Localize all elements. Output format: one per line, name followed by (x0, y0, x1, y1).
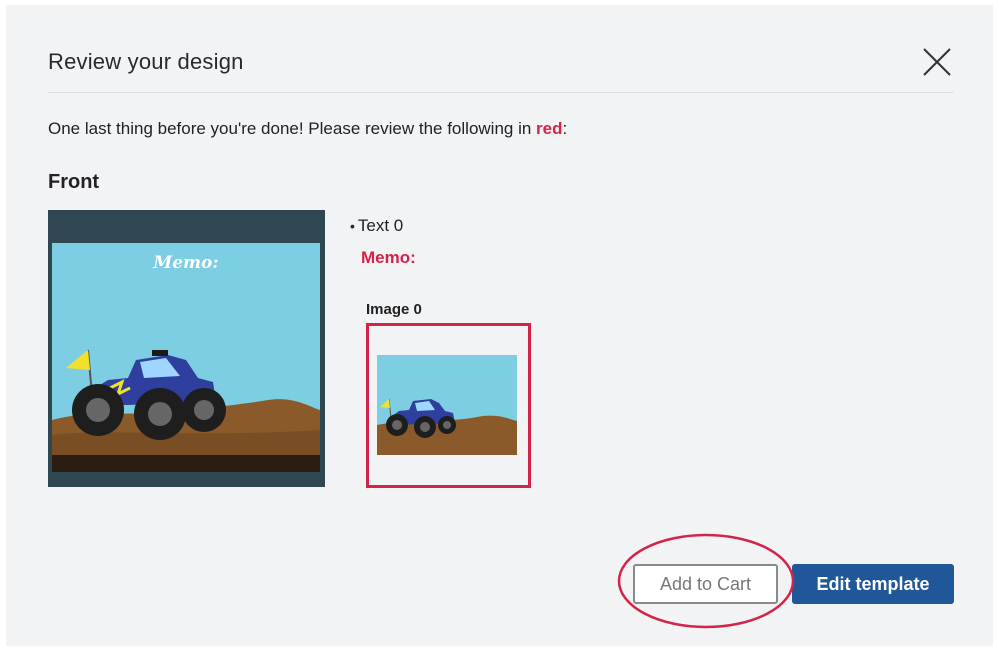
memo-label: Memo: (361, 248, 416, 267)
modal-title: Review your design (48, 49, 244, 74)
review-instructions: One last thing before you're done! Pleas… (48, 119, 567, 139)
review-item-text: • Text 0 (350, 216, 403, 236)
instructions-suffix: : (562, 119, 568, 138)
preview-memo-text: Memo: (152, 253, 218, 273)
image-thumbnail (377, 355, 517, 455)
review-modal: Review your design One last thing before… (6, 5, 993, 646)
text-item-label: Text 0 (357, 216, 404, 235)
image-item-label: Image 0 (366, 301, 422, 318)
edit-template-button[interactable]: Edit template (792, 564, 954, 604)
instructions-text: One last thing before you're done! Pleas… (48, 119, 537, 138)
instructions-highlight: red (536, 119, 563, 138)
close-button[interactable] (920, 45, 954, 79)
section-title-front: Front (48, 171, 100, 193)
close-icon (923, 48, 951, 76)
modal-header: Review your design (48, 5, 954, 93)
design-preview-art: Memo: (48, 210, 325, 487)
image-review-box[interactable] (366, 323, 531, 488)
design-preview: Memo: (48, 210, 325, 487)
bullet-icon: • (350, 218, 355, 234)
add-to-cart-button[interactable]: Add to Cart (633, 564, 778, 604)
